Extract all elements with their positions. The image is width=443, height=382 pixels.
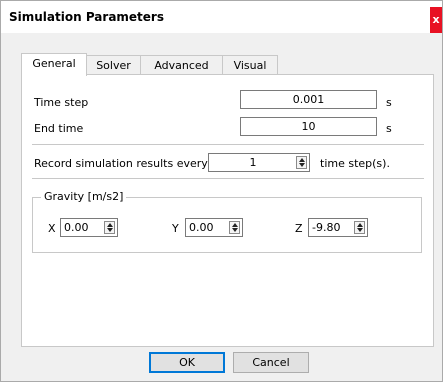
- gravity-y-label: Y: [172, 222, 179, 235]
- record-label: Record simulation results every: [34, 157, 208, 170]
- end-time-unit: s: [386, 122, 392, 135]
- record-interval-value: 1: [249, 156, 257, 169]
- spin-arrows-icon[interactable]: [229, 221, 240, 234]
- gravity-z-label: Z: [295, 222, 303, 235]
- ok-button[interactable]: OK: [149, 352, 225, 373]
- gravity-z-value: -9.80: [312, 221, 341, 234]
- time-step-field[interactable]: 0.001: [240, 90, 377, 109]
- tab-visual[interactable]: Visual: [222, 55, 278, 75]
- end-time-label: End time: [34, 122, 84, 135]
- separator-top: [32, 144, 424, 145]
- end-time-field[interactable]: 10: [240, 117, 377, 136]
- simulation-parameters-dialog: Simulation Parameters x General Solver A…: [0, 0, 443, 382]
- gravity-groupbox: Gravity [m/s2] X 0.00 Y 0.00 Z -9.80: [32, 190, 422, 253]
- spin-arrows-icon[interactable]: [354, 221, 365, 234]
- cancel-button[interactable]: Cancel: [233, 352, 309, 373]
- gravity-x-spinbox[interactable]: 0.00: [60, 218, 118, 237]
- gravity-title: Gravity [m/s2]: [41, 190, 127, 203]
- record-unit: time step(s).: [320, 157, 390, 170]
- tab-solver[interactable]: Solver: [86, 55, 141, 75]
- tab-general[interactable]: General: [21, 53, 87, 76]
- time-step-unit: s: [386, 96, 392, 109]
- gravity-y-spinbox[interactable]: 0.00: [185, 218, 243, 237]
- gravity-x-label: X: [48, 222, 56, 235]
- gravity-z-spinbox[interactable]: -9.80: [308, 218, 368, 237]
- separator-bottom: [32, 178, 424, 179]
- general-tab-panel: Time step 0.001 s End time 10 s Record s…: [21, 74, 434, 347]
- gravity-x-value: 0.00: [64, 221, 89, 234]
- title-bar: Simulation Parameters x: [1, 1, 442, 33]
- time-step-label: Time step: [34, 96, 89, 109]
- spin-arrows-icon[interactable]: [296, 156, 307, 169]
- close-icon: x: [432, 13, 440, 26]
- spin-arrows-icon[interactable]: [104, 221, 115, 234]
- record-interval-spinbox[interactable]: 1: [208, 153, 310, 172]
- close-button[interactable]: x: [430, 7, 442, 33]
- dialog-title: Simulation Parameters: [9, 10, 164, 24]
- tab-advanced[interactable]: Advanced: [140, 55, 223, 75]
- gravity-y-value: 0.00: [189, 221, 214, 234]
